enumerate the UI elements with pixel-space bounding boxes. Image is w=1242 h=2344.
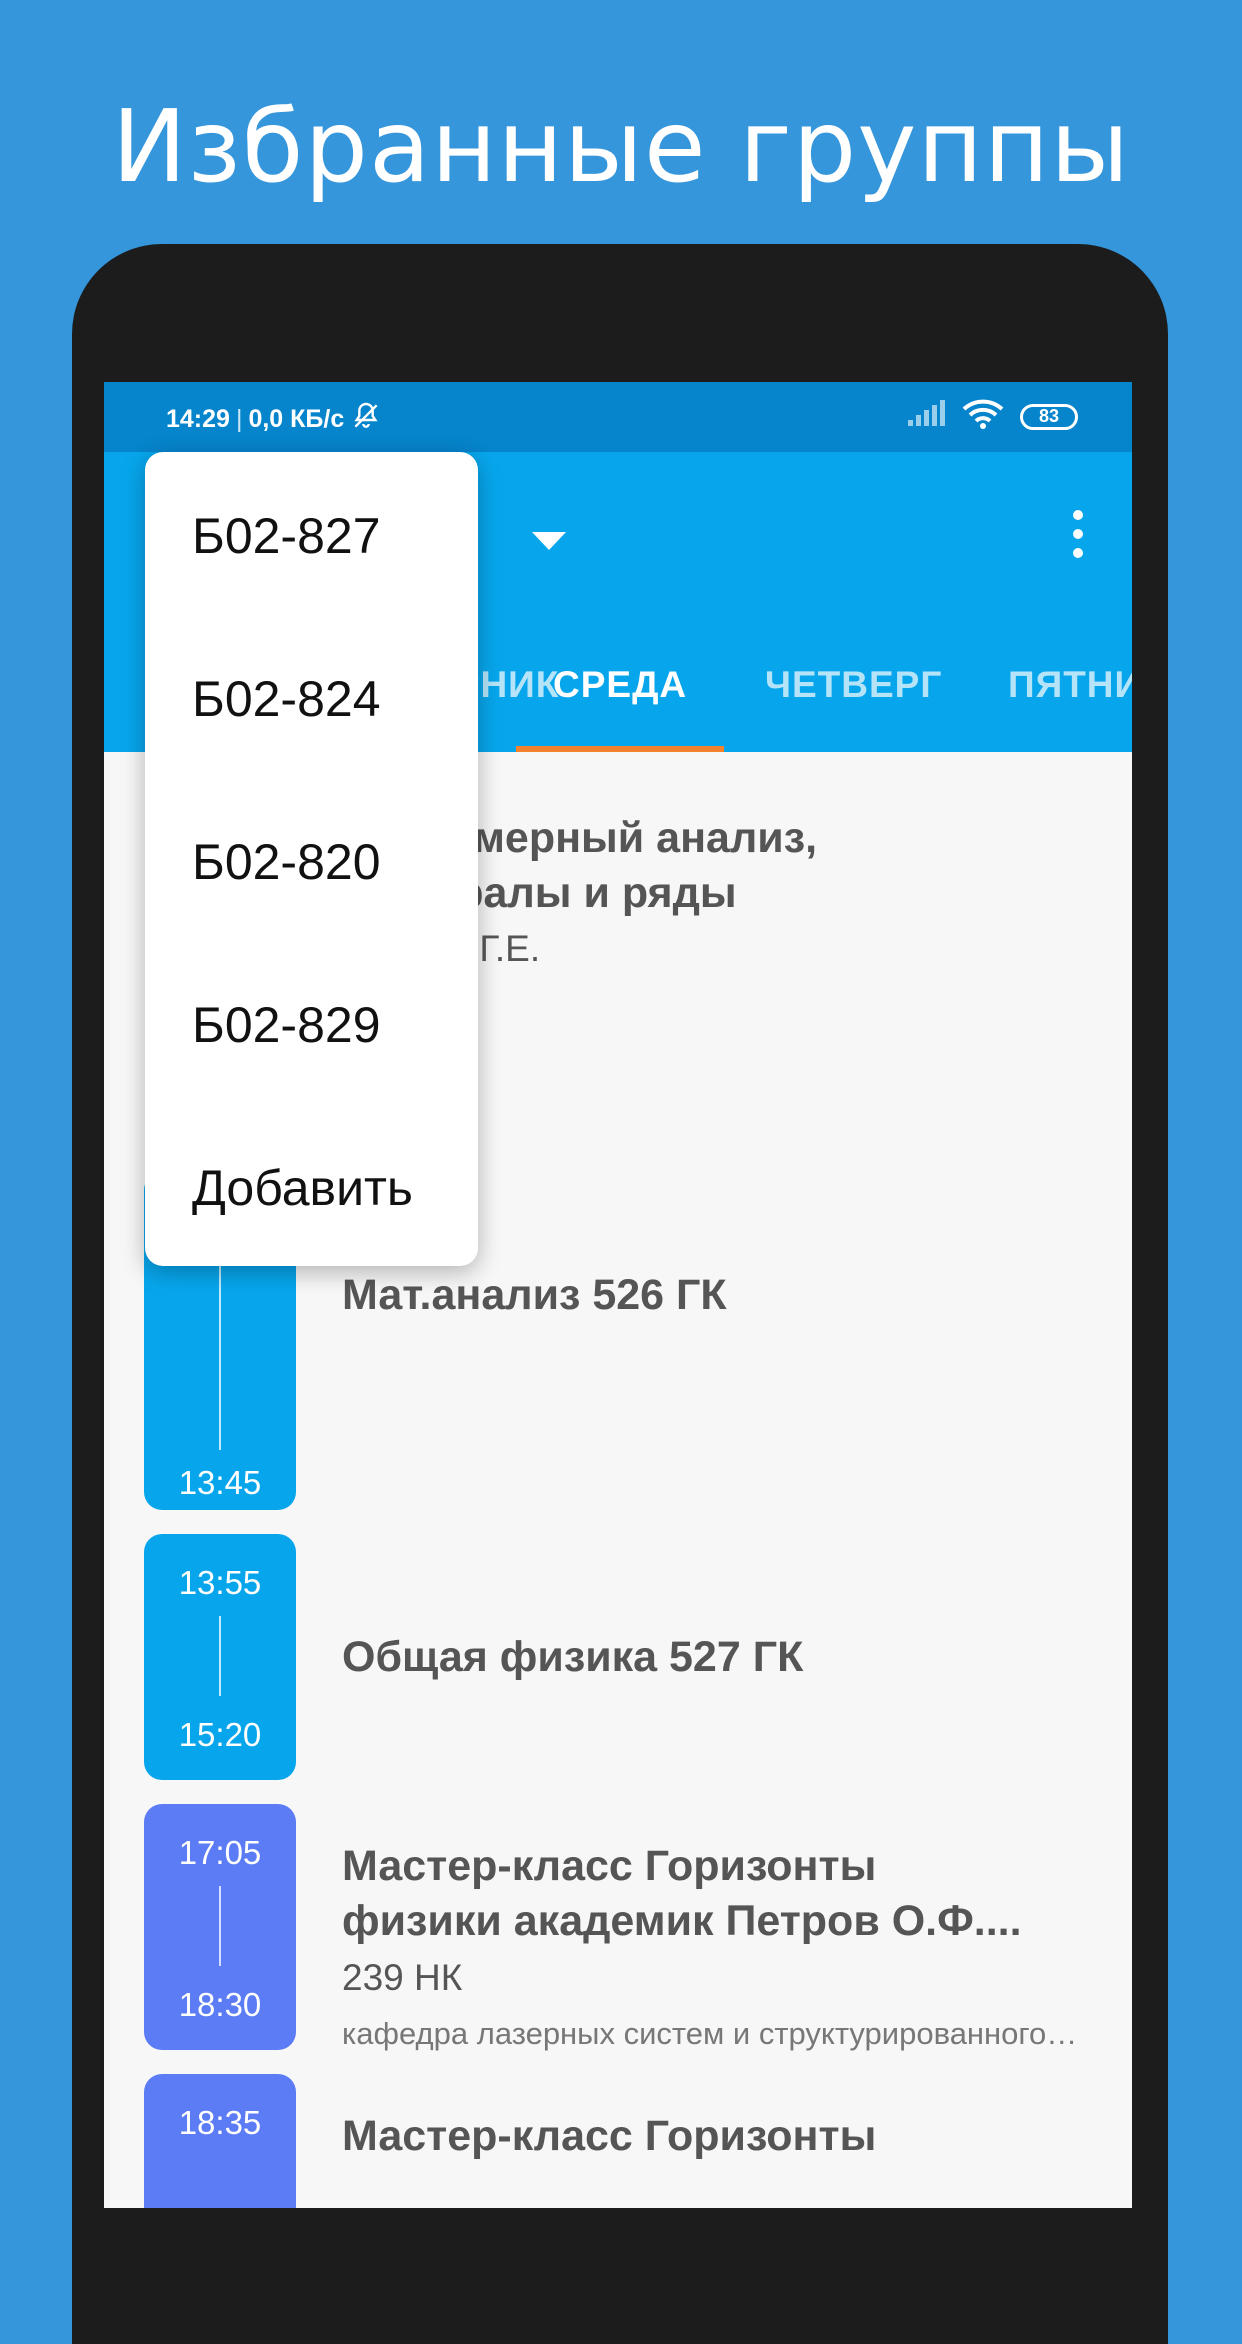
time-start: 17:05 [178,1834,262,1871]
caret-down-icon[interactable] [532,532,566,555]
wifi-icon [962,398,1004,435]
signal-icon [906,400,946,433]
tab-indicator [516,746,724,752]
tab-friday[interactable]: ПЯТНИЦА [1008,664,1132,706]
lesson-title: Мат.анализ 526 ГК [342,1271,727,1319]
status-right: 83 [906,398,1078,435]
lesson-department: кафедра лазерных систем и структурирован… [342,2016,1082,2051]
add-group-button[interactable]: Добавить [192,1159,413,1217]
menu-item-group[interactable]: Б02-820 [192,833,381,891]
time-block: 17:05 18:30 [144,1804,296,2050]
group-dropdown-menu: Б02-827 Б02-824 Б02-820 Б02-829 Добавить [145,452,478,1266]
menu-item-group[interactable]: Б02-827 [192,507,381,565]
lesson-title: Общая физика 527 ГК [342,1633,804,1681]
time-end: 18:30 [178,1986,262,2023]
lesson-title: Мастер-класс Горизонты [342,2112,877,2160]
status-time: 14:29 [166,405,230,433]
tab-wednesday[interactable]: СРЕДА [553,664,687,706]
time-start: 18:35 [178,2104,262,2141]
mute-bell-icon [350,400,382,439]
time-divider [219,1886,221,1966]
lesson-title: Мастер-класс Горизонты [342,1842,877,1890]
menu-item-group[interactable]: Б02-824 [192,670,381,728]
lesson-room: 239 НК [342,1957,463,1998]
status-left: 14:29 | 0,0 КБ/с [166,400,382,439]
promo-title: Избранные группы [111,88,1131,205]
time-end: 13:45 [178,1464,262,1501]
status-separator: | [235,405,243,433]
time-block: 13:55 15:20 [144,1534,296,1780]
time-end: 15:20 [178,1716,262,1753]
time-start: 13:55 [178,1564,262,1601]
menu-item-group[interactable]: Б02-829 [192,996,381,1054]
tab-thursday[interactable]: ЧЕТВЕРГ [765,664,942,706]
phone-screen: 14:29 | 0,0 КБ/с 83 ВТОРНИК СРЕДА ЧЕТВЕР… [104,382,1132,2208]
more-vert-icon[interactable] [1066,510,1090,570]
time-divider [219,1616,221,1696]
time-block: 18:35 [144,2074,296,2208]
status-bar: 14:29 | 0,0 КБ/с 83 [104,382,1132,452]
network-speed: 0,0 КБ/с [248,405,345,433]
lesson-title: физики академик Петров О.Ф.... [342,1897,1022,1945]
battery-indicator: 83 [1020,403,1078,430]
